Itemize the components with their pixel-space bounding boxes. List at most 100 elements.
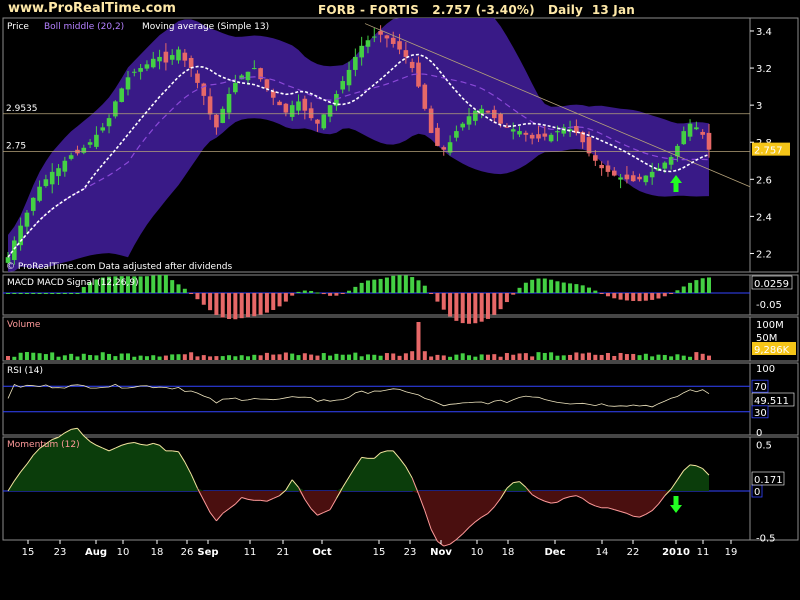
candle-body: [201, 83, 207, 96]
macd-bar: [561, 282, 566, 293]
volume-bar: [397, 355, 402, 360]
macd-bar: [321, 293, 326, 295]
volume-bar: [504, 353, 509, 360]
x-tick-label-5: 26: [181, 547, 194, 558]
macd-bar: [315, 292, 320, 294]
volume-bar: [24, 352, 29, 360]
macd-bar: [18, 293, 23, 294]
x-tick-label-18: 2010: [662, 547, 690, 558]
x-tick-label-11: 23: [404, 547, 417, 558]
volume-bar: [359, 356, 364, 360]
volume-bar: [18, 352, 23, 360]
x-tick-label-16: 14: [596, 547, 609, 558]
candle-body: [264, 79, 270, 89]
macd-bar: [618, 293, 623, 300]
macd-bar: [599, 293, 604, 294]
legend-boll: Boll middle (20,2): [44, 22, 124, 32]
volume-bar: [410, 351, 415, 360]
volume-bar: [157, 356, 162, 360]
macd-bar: [258, 293, 263, 315]
volume-bar: [707, 355, 711, 360]
macd-bar: [479, 293, 484, 322]
volume-bar: [201, 355, 206, 360]
candle-body: [706, 132, 712, 150]
candle-body: [409, 61, 415, 69]
volume-bar: [542, 352, 547, 360]
volume-bar: [245, 356, 250, 360]
candle-body: [473, 110, 478, 121]
candle-body: [119, 88, 124, 102]
candle-body: [542, 133, 548, 137]
volume-bar: [321, 353, 326, 360]
candle-body: [233, 82, 238, 93]
volume-bar: [138, 355, 143, 360]
volume-bar: [593, 354, 598, 360]
candle-body: [277, 101, 282, 106]
volume-value-label: 9,286K: [754, 345, 790, 356]
price-tick-label-2: 2.6: [756, 175, 772, 186]
volume-bar: [6, 355, 10, 360]
candle-body: [668, 157, 674, 165]
volume-bar: [264, 352, 269, 360]
macd-bar: [688, 282, 693, 293]
volume-bar: [612, 355, 617, 360]
macd-bar: [334, 293, 339, 296]
candle-body: [365, 40, 371, 47]
candle-body: [687, 123, 693, 137]
candle-body: [125, 77, 131, 90]
volume-bar: [675, 354, 680, 360]
candle-body: [378, 31, 383, 35]
volume-bar: [227, 355, 232, 360]
volume-bar: [302, 353, 307, 360]
macd-bar: [700, 278, 705, 293]
candle-body: [176, 49, 181, 61]
candle-body: [43, 179, 49, 187]
macd-bar: [707, 277, 711, 293]
candle-body: [523, 132, 529, 135]
macd-bar: [359, 282, 364, 293]
volume-bar: [347, 354, 352, 360]
rsi-tick-0: 100: [756, 364, 775, 375]
x-tick-label-0: 15: [22, 547, 35, 558]
rsi-title: RSI (14): [7, 366, 43, 376]
volume-bar: [290, 353, 295, 360]
macd-bar: [416, 280, 421, 293]
candle-body: [428, 108, 434, 133]
macd-bar: [252, 293, 257, 317]
last-price-box-label: 2.757: [754, 146, 783, 157]
volume-bar: [467, 355, 472, 360]
macd-bar: [504, 293, 509, 303]
candle-body: [384, 35, 390, 39]
volume-bar: [220, 356, 225, 360]
volume-bar: [75, 356, 80, 360]
x-tick-label-7: 11: [244, 547, 257, 558]
momentum-tick-0: 0.5: [756, 440, 772, 451]
candle-body: [353, 56, 358, 70]
volume-bar: [62, 355, 67, 360]
macd-bar: [50, 293, 55, 294]
watermark: © ProRealTime.com Data adjusted after di…: [6, 262, 232, 272]
macd-bar: [353, 286, 358, 293]
macd-bar: [31, 293, 36, 294]
macd-bar: [37, 293, 42, 294]
rsi-tick-1: 70: [754, 382, 767, 393]
volume-bar: [587, 352, 592, 360]
candle-body: [289, 105, 295, 117]
candle-body: [321, 114, 327, 129]
candle-body: [390, 37, 396, 44]
volume-bar: [151, 355, 156, 360]
macd-bar: [549, 279, 554, 293]
volume-bar: [568, 354, 573, 360]
candle-body: [138, 68, 143, 72]
macd-bar: [574, 284, 579, 293]
candle-body: [245, 71, 251, 81]
candle-body: [157, 56, 162, 62]
candle-body: [113, 101, 118, 117]
macd-bar: [631, 293, 636, 301]
price-tick-label-0: 2.2: [756, 249, 772, 260]
macd-bar: [233, 293, 238, 320]
volume-bar: [176, 354, 181, 360]
macd-bar: [220, 293, 225, 318]
x-tick-label-2: Aug: [85, 547, 107, 558]
candle-body: [144, 64, 150, 69]
